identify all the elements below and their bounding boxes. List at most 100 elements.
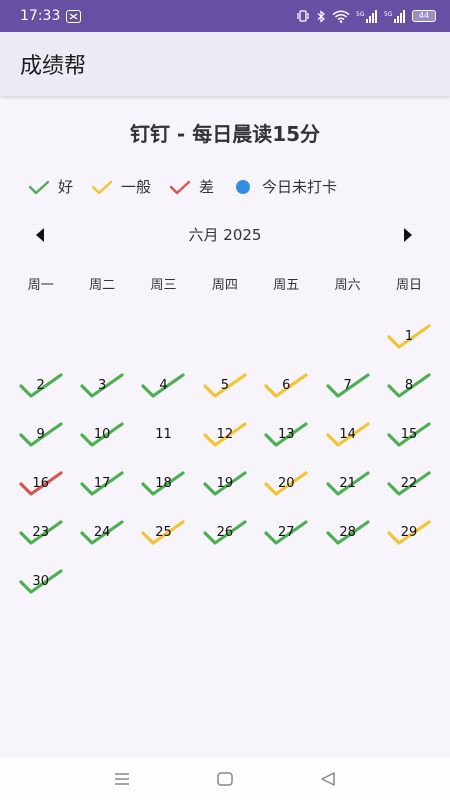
back-button[interactable]: [308, 764, 348, 794]
check-green-icon: [28, 180, 50, 194]
calendar-blank-cell: [194, 312, 255, 361]
calendar-day-16[interactable]: 16: [10, 459, 71, 508]
calendar-day-18[interactable]: 18: [133, 459, 194, 508]
calendar-day-number: 29: [400, 525, 418, 540]
calendar-day-15[interactable]: 15: [378, 410, 439, 459]
app-title: 成绩帮: [20, 54, 87, 79]
calendar-day-24[interactable]: 24: [71, 508, 132, 557]
calendar-day-number: 11: [155, 427, 172, 442]
weekday-wed: 周三: [150, 278, 177, 293]
calendar-day-20[interactable]: 20: [256, 459, 317, 508]
app-bar: 成绩帮: [0, 32, 450, 96]
calendar-blank-cell: [71, 312, 132, 361]
calendar-day-number: 21: [339, 476, 356, 491]
home-icon: [217, 772, 233, 786]
calendar-day-number: 2: [36, 378, 45, 393]
calendar-day-13[interactable]: 13: [256, 410, 317, 459]
calendar-day-number: 12: [216, 427, 234, 442]
calendar-day-23[interactable]: 23: [10, 508, 71, 557]
weekday-sat: 周六: [334, 278, 361, 293]
calendar-blank-cell: [256, 312, 317, 361]
legend-item-today: 今日未打卡: [232, 176, 337, 197]
system-nav-bar: [0, 758, 450, 800]
signal-5g-icon-2: 5G: [384, 9, 405, 23]
calendar-day-number: 19: [216, 476, 234, 491]
next-month-button[interactable]: [398, 225, 418, 245]
status-bar: 17:33 5G 5G 44: [0, 0, 450, 32]
calendar-day-29[interactable]: 29: [378, 508, 439, 557]
calendar-day-14[interactable]: 14: [317, 410, 378, 459]
legend-label-good: 好: [58, 178, 74, 196]
status-left: 17:33: [20, 8, 82, 24]
weekday-sun: 周日: [396, 278, 423, 293]
calendar-day-8[interactable]: 8: [378, 361, 439, 410]
calendar-day-26[interactable]: 26: [194, 508, 255, 557]
calendar-day-number: 24: [93, 525, 111, 540]
calendar-day-5[interactable]: 5: [194, 361, 255, 410]
calendar-grid: 1 2 3 4 5 6 7 8 9 10 11 12 13 14 15 16 17 18 19 20 21 22 23 24 2…: [10, 312, 440, 606]
legend-label-today: 今日未打卡: [262, 178, 338, 196]
calendar-day-number: 1: [404, 329, 414, 344]
calendar-blank-cell: [133, 312, 194, 361]
weekday-fri: 周五: [273, 278, 300, 293]
calendar-day-number: 23: [32, 525, 49, 540]
legend: 好 一般 差 今日未打卡: [28, 176, 355, 197]
calendar-day-6[interactable]: 6: [256, 361, 317, 410]
calendar-day-number: 6: [282, 378, 291, 393]
calendar-day-number: 8: [404, 378, 414, 393]
calendar-day-11[interactable]: 11: [133, 410, 194, 459]
page-title: 钉钉 - 每日晨读15分: [129, 122, 321, 146]
calendar-day-19[interactable]: 19: [194, 459, 255, 508]
calendar-day-1[interactable]: 1: [378, 312, 439, 361]
calendar-day-17[interactable]: 17: [71, 459, 132, 508]
main-content: 钉钉 - 每日晨读15分 好 一般 差 今日未打卡 六月 2025 周一 周二: [0, 96, 450, 758]
wifi-icon: [332, 10, 350, 23]
calendar-blank-cell: [317, 312, 378, 361]
calendar-day-number: 27: [277, 525, 295, 540]
calendar-day-number: 20: [277, 476, 295, 491]
calendar-day-3[interactable]: 3: [71, 361, 132, 410]
calendar-day-27[interactable]: 27: [256, 508, 317, 557]
calendar-day-25[interactable]: 25: [133, 508, 194, 557]
calendar-day-number: 22: [400, 476, 418, 491]
calendar-day-number: 18: [155, 476, 172, 491]
calendar-day-number: 15: [400, 427, 418, 442]
legend-label-bad: 差: [199, 178, 215, 196]
legend-label-fair: 一般: [121, 178, 152, 196]
calendar-day-30[interactable]: 30: [10, 557, 71, 606]
calendar-day-4[interactable]: 4: [133, 361, 194, 410]
weekday-tue: 周二: [89, 278, 116, 293]
calendar-day-number: 30: [32, 574, 49, 589]
weekday-header: 周一 周二 周三 周四 周五 周六 周日: [10, 274, 440, 293]
calendar-day-10[interactable]: 10: [71, 410, 132, 459]
legend-item-good: 好: [28, 176, 73, 197]
calendar-day-number: 7: [343, 378, 352, 393]
back-icon: [321, 772, 336, 786]
calendar-day-9[interactable]: 9: [10, 410, 71, 459]
calendar-day-2[interactable]: 2: [10, 361, 71, 410]
calendar-blank-cell: [10, 312, 71, 361]
calendar-day-12[interactable]: 12: [194, 410, 255, 459]
calendar-day-number: 28: [339, 525, 356, 540]
weekday-mon: 周一: [27, 278, 54, 293]
home-button[interactable]: [205, 764, 245, 794]
calendar-day-number: 5: [220, 378, 229, 393]
battery-icon: 44: [412, 10, 436, 22]
vibrate-icon: [297, 10, 309, 22]
calendar-day-number: 17: [93, 476, 111, 491]
calendar-day-7[interactable]: 7: [317, 361, 378, 410]
calendar-day-number: 3: [97, 378, 107, 393]
calendar-day-21[interactable]: 21: [317, 459, 378, 508]
month-label: 六月 2025: [188, 226, 262, 244]
calendar-day-number: 9: [36, 427, 45, 442]
calendar-day-28[interactable]: 28: [317, 508, 378, 557]
calendar-day-number: 14: [339, 427, 356, 442]
calendar-day-number: 25: [155, 525, 172, 540]
recent-apps-button[interactable]: [102, 764, 142, 794]
calendar-day-22[interactable]: 22: [378, 459, 439, 508]
status-right: 5G 5G 44: [296, 9, 436, 23]
triangle-right-icon: [404, 228, 412, 242]
legend-item-fair: 一般: [91, 176, 151, 197]
signal-5g-icon: 5G: [356, 9, 377, 23]
month-nav: 六月 2025: [0, 222, 450, 246]
